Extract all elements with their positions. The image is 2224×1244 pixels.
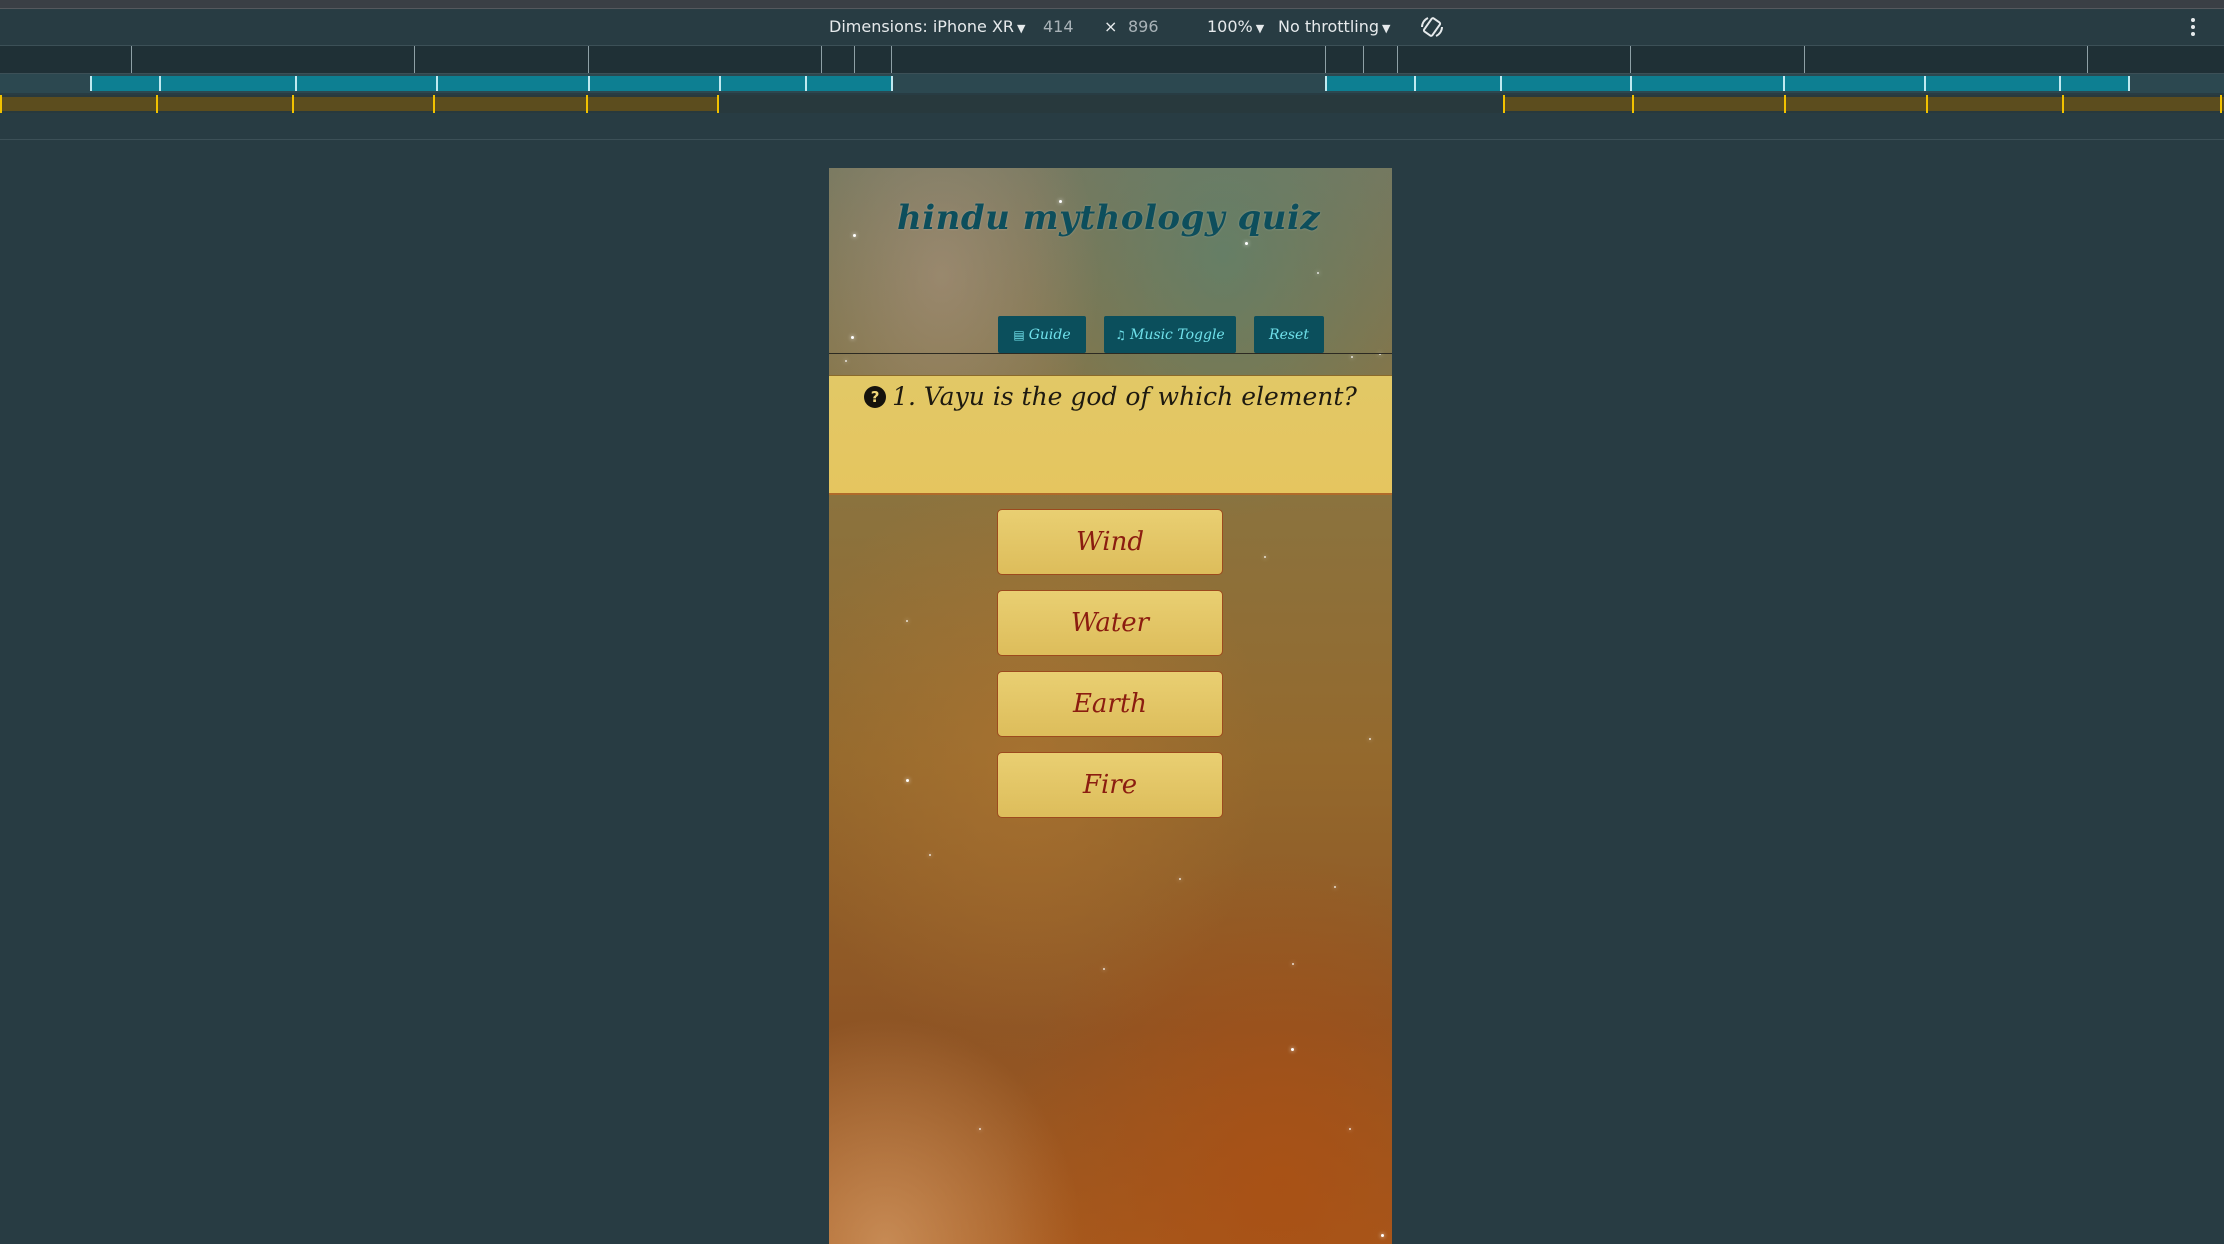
guide-button[interactable]: ▤ Guide xyxy=(998,316,1086,353)
star-decoration xyxy=(1334,886,1336,888)
star-decoration xyxy=(906,620,908,622)
site-title: hindu mythology quiz xyxy=(897,198,1321,238)
caret-down-icon: ▼ xyxy=(1017,22,1026,35)
star-decoration xyxy=(1349,1128,1351,1130)
site-header: hindu mythology quiz ▤ Guide ♫ Music Tog… xyxy=(829,168,1392,354)
music-toggle-button[interactable]: ♫ Music Toggle xyxy=(1104,316,1236,353)
list-icon: ▤ xyxy=(1013,327,1025,342)
star-decoration xyxy=(1291,1048,1294,1051)
zoom-dropdown[interactable]: 100% ▼ xyxy=(1207,17,1264,36)
question-text: 1. Vayu is the god of which element? xyxy=(892,382,1357,411)
music-toggle-label: Music Toggle xyxy=(1130,326,1225,343)
height-input[interactable]: 896 xyxy=(1128,17,1159,36)
media-query-bar-max-width[interactable] xyxy=(0,74,2224,93)
guide-label: Guide xyxy=(1028,326,1071,343)
star-decoration xyxy=(1264,556,1266,558)
answer-button-wind[interactable]: Wind xyxy=(997,509,1223,575)
star-decoration xyxy=(1351,356,1353,358)
reset-label: Reset xyxy=(1269,326,1309,343)
device-dimensions-dropdown[interactable]: Dimensions: iPhone XR ▼ xyxy=(829,17,1026,36)
caret-down-icon: ▼ xyxy=(1382,22,1391,35)
star-decoration xyxy=(1292,963,1294,965)
star-decoration xyxy=(979,1128,981,1130)
toolbar-divider xyxy=(0,139,2224,140)
star-decoration xyxy=(1369,738,1371,740)
question-line: ? 1. Vayu is the god of which element? xyxy=(829,382,1392,411)
device-toolbar: Dimensions: iPhone XR ▼ 414 × 896 100% ▼ N… xyxy=(0,9,2224,45)
star-decoration xyxy=(845,360,847,362)
devtools-top-border xyxy=(0,0,2224,9)
throttling-dropdown[interactable]: No throttling ▼ xyxy=(1278,17,1390,36)
answer-button-fire[interactable]: Fire xyxy=(997,752,1223,818)
throttling-label: No throttling xyxy=(1278,17,1380,36)
more-options-icon[interactable] xyxy=(2186,15,2200,39)
device-ruler xyxy=(0,45,2224,74)
question-box: ? 1. Vayu is the god of which element? xyxy=(829,375,1392,495)
reset-button[interactable]: Reset xyxy=(1254,316,1324,353)
star-decoration xyxy=(929,854,931,856)
device-viewport: hindu mythology quiz ▤ Guide ♫ Music Tog… xyxy=(829,168,1392,1244)
answer-button-earth[interactable]: Earth xyxy=(997,671,1223,737)
star-decoration xyxy=(906,779,909,782)
caret-down-icon: ▼ xyxy=(1255,22,1265,35)
rotate-icon[interactable] xyxy=(1418,13,1446,41)
star-decoration xyxy=(1179,878,1181,880)
star-decoration xyxy=(1103,968,1105,970)
times-sign: × xyxy=(1104,17,1118,36)
music-note-icon: ♫ xyxy=(1115,327,1127,342)
question-circle-icon: ? xyxy=(864,386,887,408)
media-query-bar-min-width[interactable] xyxy=(0,95,2224,113)
answer-button-water[interactable]: Water xyxy=(997,590,1223,656)
zoom-label: 100% xyxy=(1207,17,1253,36)
star-decoration xyxy=(1381,1234,1384,1237)
device-dimensions-label: Dimensions: iPhone XR xyxy=(829,17,1015,36)
width-input[interactable]: 414 xyxy=(1043,17,1074,36)
